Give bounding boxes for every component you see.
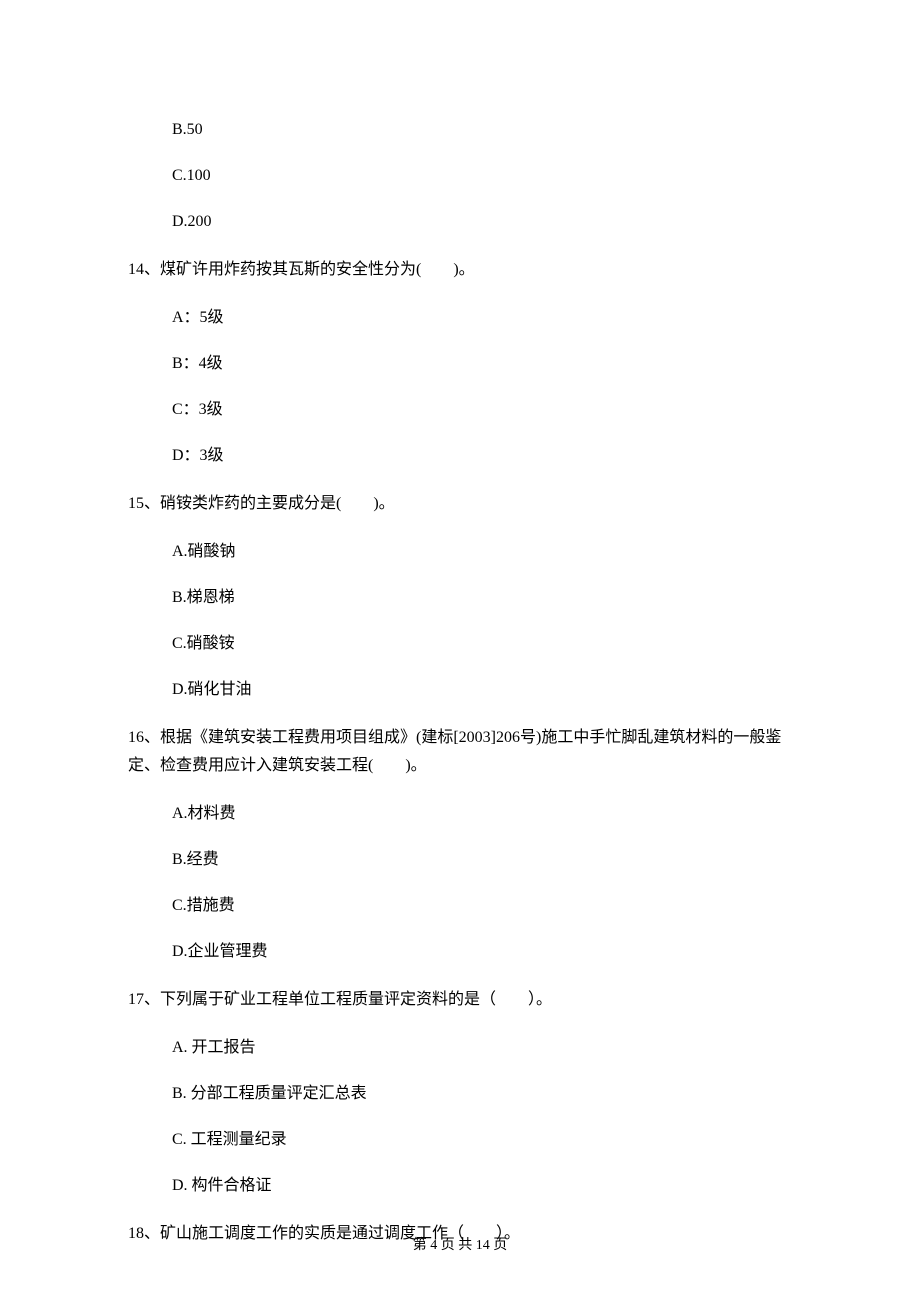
question-14: 14、煤矿许用炸药按其瓦斯的安全性分为( )。 A：5级 B：4级 C：3级 D… — [128, 256, 792, 468]
option-17a: A. 开工报告 — [172, 1036, 792, 1060]
option-15d: D.硝化甘油 — [172, 678, 792, 702]
option-15a: A.硝酸钠 — [172, 540, 792, 564]
question-16-text: 16、根据《建筑安装工程费用项目组成》(建标[2003]206号)施工中手忙脚乱… — [128, 724, 792, 780]
option-15b: B.梯恩梯 — [172, 586, 792, 610]
option-17c: C. 工程测量纪录 — [172, 1128, 792, 1152]
option-16b: B.经费 — [172, 848, 792, 872]
question-16: 16、根据《建筑安装工程费用项目组成》(建标[2003]206号)施工中手忙脚乱… — [128, 724, 792, 964]
option-13c: C.100 — [172, 164, 792, 188]
option-14b: B：4级 — [172, 352, 792, 376]
option-15c: C.硝酸铵 — [172, 632, 792, 656]
option-14c: C：3级 — [172, 398, 792, 422]
option-14d: D：3级 — [172, 444, 792, 468]
option-13b: B.50 — [172, 118, 792, 142]
question-17-text: 17、下列属于矿业工程单位工程质量评定资料的是（ ）。 — [128, 986, 792, 1014]
option-16a: A.材料费 — [172, 802, 792, 826]
option-17b: B. 分部工程质量评定汇总表 — [172, 1082, 792, 1106]
question-15-text: 15、硝铵类炸药的主要成分是( )。 — [128, 490, 792, 518]
question-15: 15、硝铵类炸药的主要成分是( )。 A.硝酸钠 B.梯恩梯 C.硝酸铵 D.硝… — [128, 490, 792, 702]
question-17: 17、下列属于矿业工程单位工程质量评定资料的是（ ）。 A. 开工报告 B. 分… — [128, 986, 792, 1198]
option-16d: D.企业管理费 — [172, 940, 792, 964]
question-14-text: 14、煤矿许用炸药按其瓦斯的安全性分为( )。 — [128, 256, 792, 284]
option-13d: D.200 — [172, 210, 792, 234]
option-17d: D. 构件合格证 — [172, 1174, 792, 1198]
question-13-partial: B.50 C.100 D.200 — [128, 118, 792, 234]
option-14a: A：5级 — [172, 306, 792, 330]
page-footer: 第 4 页 共 14 页 — [0, 1234, 920, 1254]
option-16c: C.措施费 — [172, 894, 792, 918]
